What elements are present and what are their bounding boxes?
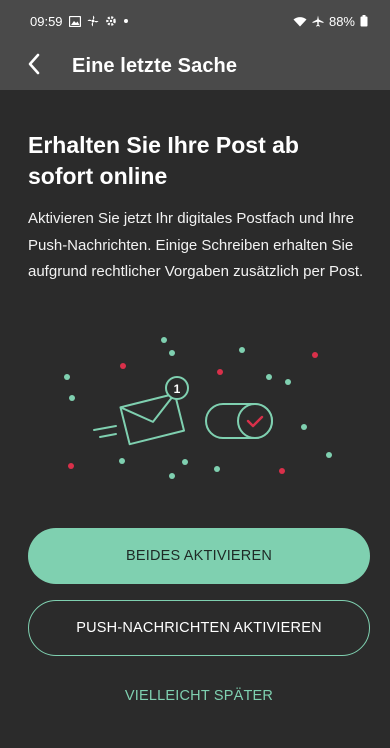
activate-both-button[interactable]: BEIDES AKTIVIEREN — [28, 528, 370, 584]
dot-icon — [123, 18, 129, 24]
confetti-dots-red — [68, 352, 318, 474]
page-title: Eine letzte Sache — [72, 54, 238, 77]
app-bar: Eine letzte Sache — [0, 42, 390, 90]
envelope-icon — [119, 392, 186, 446]
battery-icon — [360, 15, 368, 27]
illustration: 1 — [56, 330, 346, 490]
badge-count: 1 — [174, 382, 181, 396]
settings-icon — [105, 15, 117, 27]
activate-push-button[interactable]: PUSH-NACHRICHTEN AKTIVIEREN — [28, 600, 370, 656]
speed-lines-icon — [93, 425, 117, 438]
main-content: Erhalten Sie Ihre Post ab sofort online … — [28, 130, 368, 286]
status-right: 88% — [293, 14, 368, 29]
back-button[interactable] — [18, 50, 50, 82]
main-description: Aktivieren Sie jetzt Ihr digitales Postf… — [28, 210, 364, 280]
main-heading: Erhalten Sie Ihre Post ab sofort online — [28, 132, 299, 189]
fan-icon — [87, 15, 99, 27]
status-left: 09:59 — [30, 14, 129, 29]
illustration-graphic: 1 — [64, 337, 332, 479]
notification-badge-icon: 1 — [165, 376, 189, 400]
battery-percent: 88% — [328, 13, 355, 29]
confetti-dots — [64, 337, 332, 479]
wifi-icon — [293, 16, 307, 27]
maybe-later-button[interactable]: VIELLEICHT SPÄTER — [28, 680, 370, 712]
airplane-icon — [312, 15, 324, 27]
chevron-left-icon — [27, 53, 41, 80]
status-time: 09:59 — [30, 13, 63, 29]
gallery-icon — [68, 15, 81, 27]
toggle-switch-icon — [205, 403, 273, 439]
status-bar: 09:59 88% — [0, 0, 390, 42]
